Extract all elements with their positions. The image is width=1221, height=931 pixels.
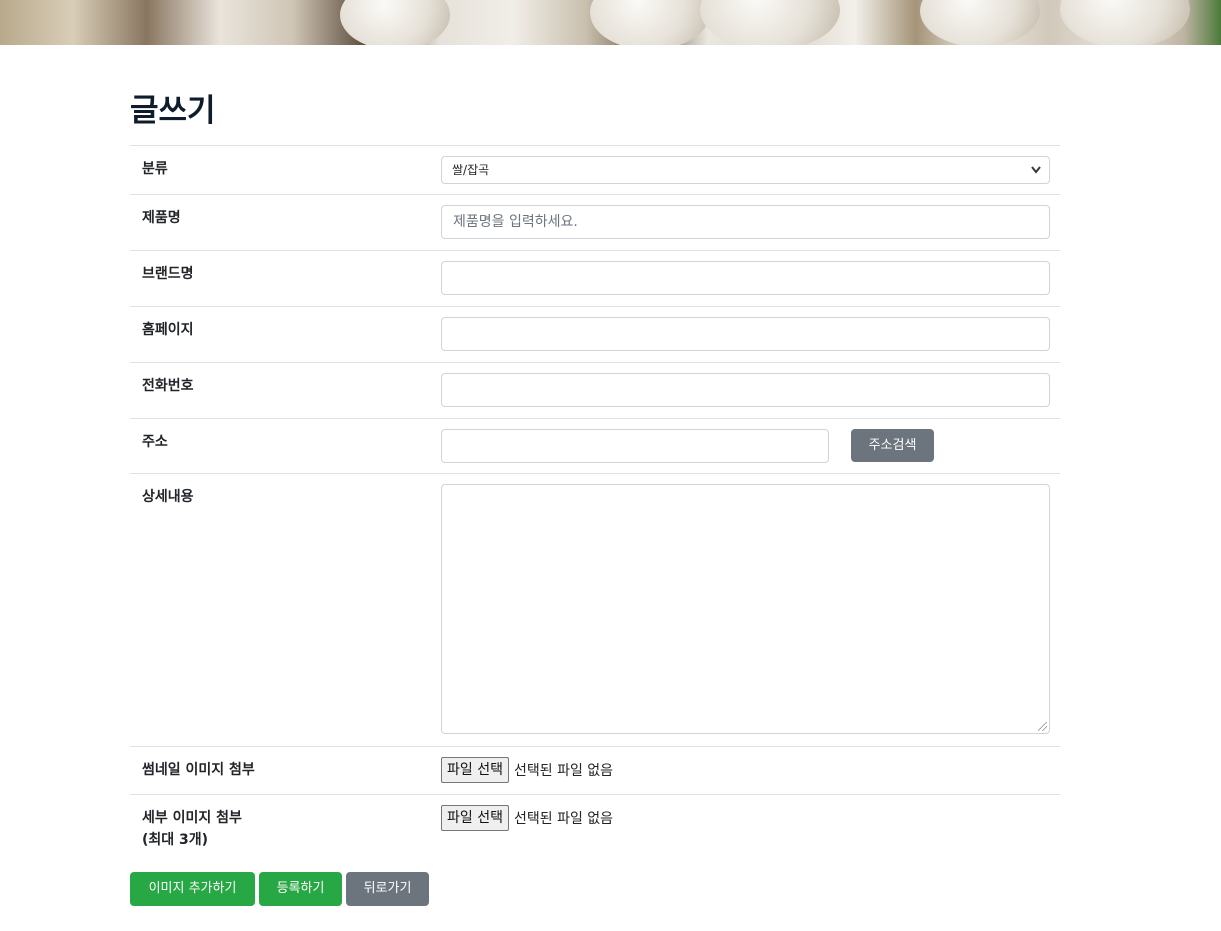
brand-name-label: 브랜드명 <box>142 266 194 282</box>
brand-name-input[interactable] <box>441 261 1050 295</box>
phone-label: 전화번호 <box>142 378 194 394</box>
category-select[interactable]: 쌀/잡곡 <box>441 156 1050 184</box>
resize-grip-icon[interactable] <box>1038 722 1047 731</box>
form-row-product-name: 제품명 제품명을 입력하세요. <box>130 194 1060 251</box>
page-title: 글쓰기 <box>130 93 216 129</box>
add-image-button[interactable]: 이미지 추가하기 <box>130 872 255 906</box>
form-row-phone: 전화번호 <box>130 362 1060 419</box>
detail-images-file-button[interactable]: 파일 선택 <box>441 805 509 831</box>
address-label: 주소 <box>142 434 168 450</box>
product-name-input[interactable]: 제품명을 입력하세요. <box>441 205 1050 239</box>
thumbnail-file-button[interactable]: 파일 선택 <box>441 757 509 783</box>
detail-images-label: 세부 이미지 첨부 (최대 3개) <box>130 795 430 864</box>
homepage-label: 홈페이지 <box>142 322 194 338</box>
address-search-button[interactable]: 주소검색 <box>851 429 934 462</box>
thumbnail-file-status: 선택된 파일 없음 <box>513 763 614 779</box>
chevron-down-icon <box>1031 157 1041 192</box>
detail-images-file-status: 선택된 파일 없음 <box>513 811 614 827</box>
category-select-value: 쌀/잡곡 <box>452 163 490 177</box>
form-row-thumbnail: 썸네일 이미지 첨부 파일 선택 선택된 파일 없음 <box>130 746 1060 795</box>
detail-label: 상세내용 <box>142 489 194 505</box>
form-row-homepage: 홈페이지 <box>130 306 1060 363</box>
form-actions: 이미지 추가하기 등록하기 뒤로가기 <box>130 872 433 906</box>
phone-input[interactable] <box>441 373 1050 407</box>
homepage-input[interactable] <box>441 317 1050 351</box>
product-name-label: 제품명 <box>142 210 181 226</box>
thumbnail-label: 썸네일 이미지 첨부 <box>142 762 255 778</box>
form-row-address: 주소 주소검색 <box>130 418 1060 474</box>
detail-images-label-line2: (최대 3개) <box>142 832 209 848</box>
detail-images-label-line1: 세부 이미지 첨부 <box>142 810 242 826</box>
form-row-brand-name: 브랜드명 <box>130 250 1060 307</box>
category-label: 분류 <box>142 161 168 177</box>
write-form-table: 분류 쌀/잡곡 제품명 제품명을 입력하세요. 브랜드명 홈페이지 전화번호 주… <box>130 145 1060 863</box>
address-input[interactable] <box>441 429 829 463</box>
form-row-detail-images: 세부 이미지 첨부 (최대 3개) 파일 선택 선택된 파일 없음 <box>130 794 1060 864</box>
submit-button[interactable]: 등록하기 <box>259 872 342 906</box>
detail-textarea[interactable] <box>441 484 1050 734</box>
form-row-category: 분류 쌀/잡곡 <box>130 145 1060 195</box>
header-banner-image <box>0 0 1221 45</box>
back-button[interactable]: 뒤로가기 <box>346 872 429 906</box>
form-row-detail: 상세내용 <box>130 473 1060 747</box>
